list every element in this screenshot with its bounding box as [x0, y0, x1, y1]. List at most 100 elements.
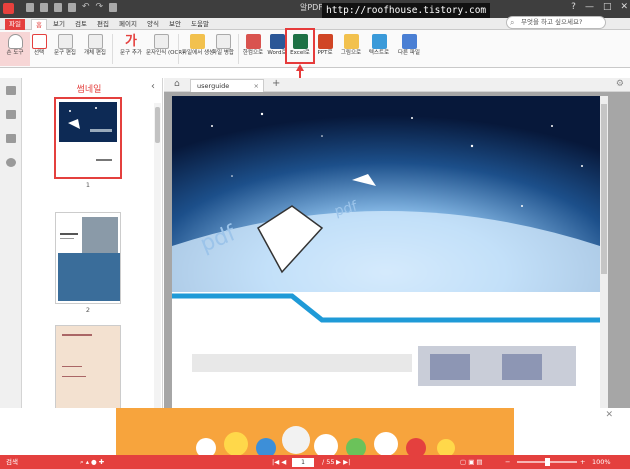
- document-scrollbar[interactable]: [600, 96, 608, 408]
- edit-text-icon: [57, 34, 73, 49]
- thumbnail-page-1[interactable]: [55, 98, 121, 178]
- open-icon[interactable]: [26, 3, 34, 12]
- gear-icon[interactable]: ⚙: [616, 79, 624, 89]
- ribbon-divider: [112, 34, 113, 64]
- zoom-level[interactable]: 100%: [592, 455, 611, 469]
- ppt-icon: [317, 34, 333, 49]
- menu-tab-view[interactable]: 보기: [49, 19, 69, 30]
- url-watermark: http://roofhouse.tistory.com: [322, 3, 491, 18]
- undo-icon[interactable]: ↶: [82, 3, 90, 12]
- add-text-label: 문구 추가: [120, 50, 142, 56]
- next-page-icon[interactable]: ▶ ▶|: [336, 455, 350, 469]
- status-left-label[interactable]: 검색: [6, 455, 18, 469]
- search-input[interactable]: ⌕ 무엇을 하고 싶으세요?: [506, 16, 606, 29]
- merge-icon: [215, 34, 231, 49]
- search-placeholder: 무엇을 하고 싶으세요?: [521, 18, 583, 26]
- menu-tab-security[interactable]: 보안: [165, 19, 185, 30]
- thumbnail-2-art: [58, 217, 120, 301]
- menu-tab-review[interactable]: 검토: [71, 19, 91, 30]
- close-tab-icon[interactable]: ×: [254, 80, 259, 92]
- hand-icon: [7, 34, 23, 49]
- thumbnail-page-number: 2: [85, 306, 91, 314]
- add-text-button[interactable]: 가 문구 추가: [116, 32, 146, 66]
- edit-object-label: 개체 편집: [84, 50, 106, 56]
- comment-icon[interactable]: [6, 134, 16, 143]
- edit-object-icon: [87, 34, 103, 49]
- edit-object-button[interactable]: 개체 편집: [80, 32, 110, 66]
- image-icon: [343, 34, 359, 49]
- thumbnail-panel: 썸네일 ‹ 1 2: [25, 78, 163, 408]
- cover-art: pdf pdf: [172, 96, 600, 386]
- thumbnail-page-number: 1: [85, 181, 91, 189]
- add-text-icon: 가: [125, 34, 137, 49]
- document-scroll-thumb[interactable]: [601, 104, 607, 274]
- edit-text-label: 문구 편집: [54, 50, 76, 56]
- app-logo-icon[interactable]: [3, 3, 14, 14]
- view-mode-icons[interactable]: ▢ ▣ ▤: [460, 455, 483, 469]
- add-tab-icon[interactable]: +: [272, 78, 280, 89]
- zoom-out-icon[interactable]: ⌕ ▴ ● ✚: [80, 455, 104, 469]
- document-viewport[interactable]: pdf pdf: [164, 92, 630, 408]
- print-icon[interactable]: [54, 3, 62, 12]
- menu-tab-help[interactable]: 도움말: [187, 19, 213, 30]
- status-bar: 검색 ⌕ ▴ ● ✚ |◀ ◀ 1 / 55 ▶ ▶| ▢ ▣ ▤ − + 10…: [0, 455, 630, 469]
- other-file-button[interactable]: 다른 파일: [394, 32, 424, 66]
- help-icon[interactable]: ?: [571, 2, 576, 12]
- collapse-panel-icon[interactable]: ‹: [151, 81, 155, 92]
- word-icon: [269, 34, 285, 49]
- ocr-icon: [153, 34, 169, 49]
- edit-text-button[interactable]: 문구 편집: [50, 32, 80, 66]
- document-tab-bar: ⌂ userguide × + ⚙: [164, 78, 630, 92]
- pages-icon[interactable]: [6, 110, 16, 119]
- excel-highlight-box: [285, 28, 315, 64]
- document-tab[interactable]: userguide ×: [190, 79, 264, 92]
- advertisement-banner[interactable]: [116, 408, 514, 458]
- zoom-plus-icon[interactable]: +: [580, 455, 585, 469]
- thumbnail-scrollbar[interactable]: [154, 103, 161, 408]
- hwp-icon: [245, 34, 261, 49]
- first-page-icon[interactable]: |◀ ◀: [272, 455, 286, 469]
- menu-tab-form[interactable]: 양식: [143, 19, 163, 30]
- search-panel-icon[interactable]: [6, 158, 16, 167]
- to-image-button[interactable]: 그림으로: [336, 32, 366, 66]
- search-icon: ⌕: [510, 18, 515, 27]
- other-file-icon: [401, 34, 417, 49]
- menu-file[interactable]: 파일: [5, 19, 25, 30]
- thumbnail-1-art: [59, 102, 117, 161]
- merge-files-label: 파일 병합: [212, 50, 234, 56]
- minimize-icon[interactable]: —: [585, 2, 594, 12]
- document-tab-label: userguide: [197, 82, 230, 90]
- folder-icon: [189, 34, 205, 49]
- window-title: 알PDF: [300, 3, 323, 12]
- to-text-label: 텍스트로: [368, 50, 390, 56]
- copy-icon[interactable]: [68, 3, 76, 12]
- window-controls: ? — □ ✕: [571, 2, 628, 12]
- home-icon[interactable]: ⌂: [174, 79, 180, 89]
- merge-files-button[interactable]: 파일 병합: [208, 32, 238, 66]
- page-number-input[interactable]: 1: [292, 458, 314, 467]
- menu-tab-edit[interactable]: 편집: [93, 19, 113, 30]
- thumbnail-page-3[interactable]: [55, 325, 121, 408]
- left-side-toolbar: [0, 78, 22, 408]
- ribbon-divider: [178, 34, 179, 64]
- menu-tab-home[interactable]: 홈: [31, 19, 47, 30]
- close-ad-icon[interactable]: ✕: [605, 410, 613, 420]
- page-total: / 55: [322, 458, 335, 466]
- thumbnail-page-2[interactable]: [55, 212, 121, 304]
- zoom-slider-knob[interactable]: [545, 458, 550, 466]
- ribbon: 손 도구 선택 문구 편집 개체 편집 가 문구 추가 문자인식 (OCR) 파일…: [0, 30, 630, 68]
- new-doc-icon[interactable]: [109, 3, 118, 12]
- redo-icon[interactable]: ↷: [96, 3, 104, 12]
- save-icon[interactable]: [40, 3, 48, 12]
- zoom-minus-icon[interactable]: −: [505, 455, 510, 469]
- quick-access-toolbar: ↶ ↷: [26, 3, 118, 12]
- document-page: pdf pdf: [172, 96, 600, 408]
- ocr-button[interactable]: 문자인식 (OCR): [146, 32, 184, 66]
- thumbnail-3-art: [56, 326, 120, 408]
- menu-tab-page[interactable]: 페이지: [115, 19, 141, 30]
- maximize-icon[interactable]: □: [603, 2, 612, 12]
- thumbnail-scroll-thumb[interactable]: [155, 107, 160, 143]
- close-icon[interactable]: ✕: [620, 2, 628, 12]
- bookmark-icon[interactable]: [6, 86, 16, 95]
- to-text-button[interactable]: 텍스트로: [364, 32, 394, 66]
